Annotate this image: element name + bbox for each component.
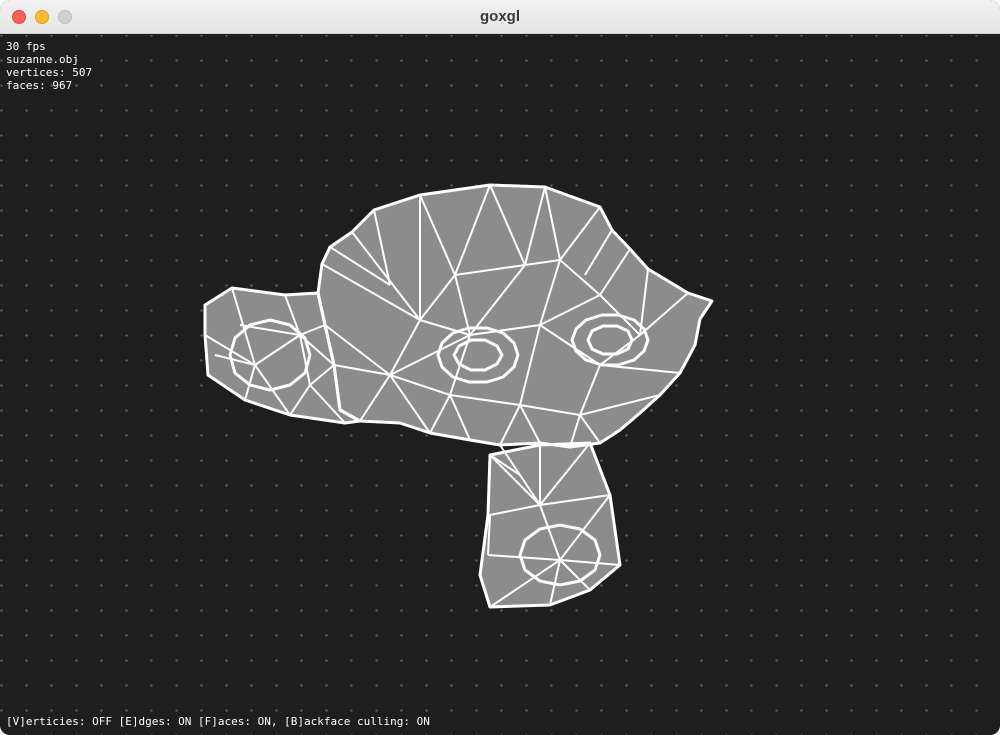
render-viewport[interactable]: 30 fps suzanne.obj vertices: 507 faces: … <box>0 35 1000 735</box>
app-window: goxgl 30 fps suzanne.obj vertices: 507 f… <box>0 0 1000 735</box>
render-mode-status: [V]erticies: OFF [E]dges: ON [F]aces: ON… <box>6 715 430 728</box>
window-title: goxgl <box>480 8 520 25</box>
title-bar[interactable]: goxgl <box>0 0 1000 34</box>
suzanne-wireframe-model <box>203 183 714 609</box>
